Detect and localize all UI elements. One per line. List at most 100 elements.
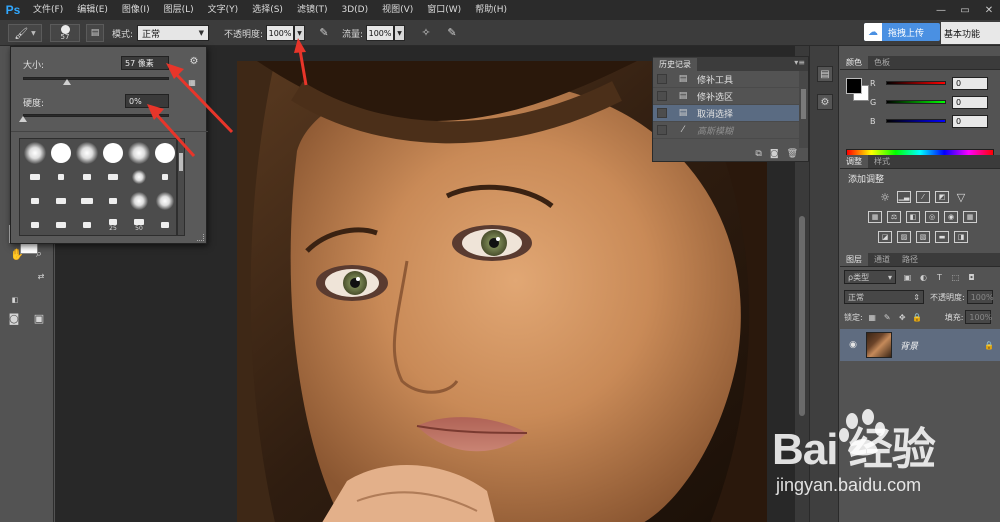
invert-icon[interactable]: ◪ [878, 231, 892, 243]
green-input[interactable]: 0 [952, 95, 988, 109]
history-snapshot-checkbox[interactable] [657, 91, 667, 101]
hardness-slider-knob[interactable] [19, 116, 27, 122]
close-button[interactable]: ✕ [978, 0, 1000, 20]
tab-swatches[interactable]: 色板 [868, 56, 896, 69]
menu-item[interactable]: 文件(F) [26, 0, 70, 20]
tool-preset-picker[interactable]: 🖌 ▼ [8, 24, 42, 42]
scrollbar-thumb[interactable] [179, 153, 183, 171]
menu-item[interactable]: 3D(D) [334, 0, 375, 20]
screen-mode-icon[interactable]: ▣ [31, 310, 47, 326]
brush-tip[interactable] [126, 141, 152, 165]
tab-history[interactable]: 历史记录 [653, 58, 697, 71]
red-input[interactable]: 0 [952, 76, 988, 90]
brightness-icon[interactable]: ☼ [878, 191, 892, 204]
quick-mask-icon[interactable]: ◙ [6, 310, 22, 326]
brush-tip[interactable] [152, 165, 176, 189]
brush-tip[interactable] [74, 165, 100, 189]
fill-input[interactable]: 100% [965, 310, 992, 324]
green-gradient[interactable] [886, 100, 946, 104]
black-white-icon[interactable]: ◧ [906, 211, 920, 223]
channel-mixer-icon[interactable]: ◉ [944, 211, 958, 223]
size-slider-track[interactable] [23, 77, 169, 80]
brush-tip[interactable]: 50 [126, 213, 152, 235]
camera-icon[interactable]: ◙ [770, 149, 779, 159]
mode-select[interactable]: 正常 ▼ [137, 25, 210, 41]
brush-preset-picker[interactable]: 57 [50, 24, 80, 42]
brush-tip[interactable] [100, 165, 126, 189]
brush-tip[interactable] [74, 141, 100, 165]
history-scrollbar[interactable] [799, 71, 808, 148]
restore-button[interactable]: ▭ [954, 0, 976, 20]
resize-grip-icon[interactable] [197, 234, 204, 241]
hue-saturation-icon[interactable]: ▦ [868, 211, 882, 223]
brush-tip[interactable] [48, 165, 74, 189]
swap-colors-icon[interactable]: ⇄ [33, 268, 49, 284]
brush-grid-scrollbar[interactable] [177, 138, 185, 236]
airbrush-icon[interactable]: ✧ [418, 24, 434, 40]
tab-color[interactable]: 颜色 [840, 56, 868, 69]
scrollbar-thumb[interactable] [799, 216, 805, 416]
lock-image-icon[interactable]: ✎ [882, 312, 893, 323]
opacity-dropdown[interactable]: ▼ [294, 25, 306, 41]
green-slider[interactable]: G 0 [870, 95, 988, 109]
brush-tip[interactable]: 25 [100, 213, 126, 235]
menu-item[interactable]: 图像(I) [115, 0, 157, 20]
history-item[interactable]: ▤ 修补工具 [653, 71, 808, 88]
scrollbar-thumb[interactable] [801, 89, 806, 119]
red-slider[interactable]: R 0 [870, 76, 988, 90]
brush-tip[interactable] [22, 189, 48, 213]
minimize-button[interactable]: — [930, 0, 952, 20]
menu-item[interactable]: 图层(L) [157, 0, 201, 20]
history-snapshot-checkbox[interactable] [657, 74, 667, 84]
tab-channels[interactable]: 通道 [868, 253, 896, 266]
posterize-icon[interactable]: ▨ [897, 231, 911, 243]
gradient-map-icon[interactable]: ▬ [935, 231, 949, 243]
gear-icon[interactable]: ⚙ [188, 55, 200, 67]
photo-filter-icon[interactable]: ◎ [925, 211, 939, 223]
threshold-icon[interactable]: ▧ [916, 231, 930, 243]
tab-adjustments[interactable]: 调整 [840, 155, 868, 168]
history-panel-icon[interactable]: ▤ [817, 66, 833, 82]
lock-position-icon[interactable]: ✥ [897, 312, 908, 323]
menu-item[interactable]: 帮助(H) [468, 0, 514, 20]
levels-icon[interactable]: ▁▃ [897, 191, 911, 203]
default-colors-icon[interactable]: ◧ [7, 292, 23, 308]
red-gradient[interactable] [886, 81, 946, 85]
flow-input[interactable]: 100% [366, 25, 395, 41]
brush-tip[interactable] [152, 213, 176, 235]
brush-tip[interactable] [48, 213, 74, 235]
brush-tip[interactable] [126, 165, 152, 189]
brush-tip[interactable] [100, 189, 126, 213]
brush-tip[interactable] [22, 165, 48, 189]
adjustment-filter-icon[interactable]: ◐ [918, 272, 929, 283]
eye-icon[interactable]: ◉ [846, 338, 860, 352]
lock-all-icon[interactable]: 🔒 [912, 312, 923, 323]
menu-item[interactable]: 选择(S) [245, 0, 290, 20]
opacity-pressure-icon[interactable]: ✎ [316, 24, 332, 40]
curves-icon[interactable]: ⁄ [916, 191, 930, 203]
blue-slider[interactable]: B 0 [870, 114, 988, 128]
brush-tip[interactable] [22, 141, 48, 165]
tab-styles[interactable]: 样式 [868, 155, 896, 168]
menu-item[interactable]: 视图(V) [375, 0, 420, 20]
new-document-from-state-icon[interactable]: ⧉ [755, 149, 761, 159]
brush-panel-toggle-button[interactable]: ▤ [86, 24, 104, 42]
type-filter-icon[interactable]: T [934, 272, 945, 283]
tab-paths[interactable]: 路径 [896, 253, 924, 266]
brush-tip[interactable] [48, 189, 74, 213]
opacity-input[interactable]: 100% [266, 25, 295, 41]
menu-item[interactable]: 文字(Y) [201, 0, 246, 20]
history-snapshot-checkbox[interactable] [657, 125, 667, 135]
brush-tip[interactable] [152, 141, 176, 165]
hardness-input[interactable]: 0% [125, 94, 169, 108]
vibrance-icon[interactable]: ▽ [954, 191, 968, 204]
size-pressure-icon[interactable]: ✎ [444, 24, 460, 40]
size-input[interactable]: 57 像素 [121, 56, 169, 70]
flow-dropdown[interactable]: ▼ [394, 25, 406, 41]
workspace-switcher[interactable]: 基本功能 [941, 22, 1000, 44]
color-balance-icon[interactable]: ⚖ [887, 211, 901, 223]
panel-menu-icon[interactable]: ▾≡ [794, 58, 805, 67]
blue-input[interactable]: 0 [952, 114, 988, 128]
brush-tip[interactable] [152, 189, 176, 213]
lock-transparency-icon[interactable]: ▦ [867, 312, 878, 323]
